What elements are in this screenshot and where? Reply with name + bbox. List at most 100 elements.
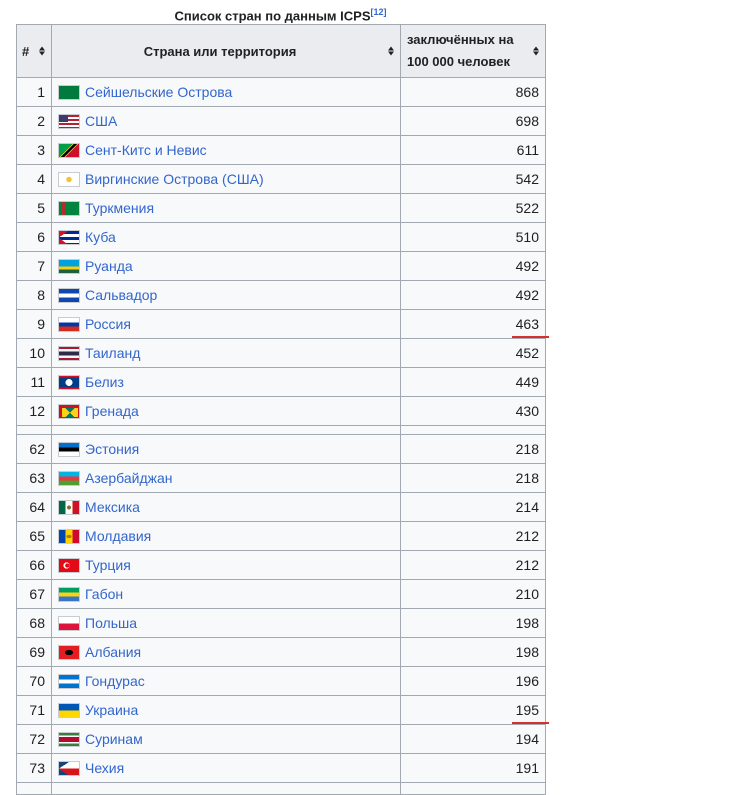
rate-cell: 198 bbox=[400, 637, 546, 667]
column-header-rate[interactable]: заключённых на 100 000 человек bbox=[400, 24, 546, 78]
cuba-flag-icon[interactable] bbox=[58, 230, 80, 245]
saint-kitts-flag-icon[interactable] bbox=[58, 143, 80, 158]
country-cell: Польша bbox=[51, 608, 401, 638]
column-header-country[interactable]: Страна или территория bbox=[51, 24, 401, 78]
country-link[interactable]: США bbox=[85, 113, 117, 129]
reference-link[interactable]: [12] bbox=[371, 7, 387, 17]
rate-value: 542 bbox=[515, 171, 539, 187]
rate-cell: 542 bbox=[400, 164, 546, 194]
grenada-flag-icon[interactable] bbox=[58, 404, 80, 419]
rate-cell: 522 bbox=[400, 193, 546, 223]
country-link[interactable]: Туркмения bbox=[85, 200, 154, 216]
azerbaijan-flag-icon[interactable] bbox=[58, 471, 80, 486]
sort-arrows-icon[interactable] bbox=[388, 46, 394, 56]
table-row: 12 Гренада 430 bbox=[16, 396, 546, 426]
el-salvador-flag-icon[interactable] bbox=[58, 288, 80, 303]
thailand-flag-icon[interactable] bbox=[58, 346, 80, 361]
table-row: 3 Сент-Китс и Невис 611 bbox=[16, 135, 546, 165]
country-cell: Чехия bbox=[51, 753, 401, 783]
country-link[interactable]: Сент-Китс и Невис bbox=[85, 142, 207, 158]
country-link[interactable]: Польша bbox=[85, 615, 137, 631]
country-link[interactable]: Руанда bbox=[85, 258, 133, 274]
rank-cell: 9 bbox=[16, 309, 52, 339]
country-link[interactable]: Украина bbox=[85, 702, 138, 718]
sort-arrows-icon[interactable] bbox=[39, 46, 45, 56]
moldova-flag-icon[interactable] bbox=[58, 529, 80, 544]
honduras-flag-icon[interactable] bbox=[58, 674, 80, 689]
rate-value: 430 bbox=[515, 403, 539, 419]
turkey-flag-icon[interactable] bbox=[58, 558, 80, 573]
country-link[interactable]: Гренада bbox=[85, 403, 139, 419]
rate-cell: 492 bbox=[400, 280, 546, 310]
country-link[interactable]: Азербайджан bbox=[85, 470, 173, 486]
country-cell: Сент-Китс и Невис bbox=[51, 135, 401, 165]
rate-value: 492 bbox=[515, 287, 539, 303]
rank-cell: 6 bbox=[16, 222, 52, 252]
rank-cell: 72 bbox=[16, 724, 52, 754]
cut-off-row bbox=[16, 782, 546, 795]
sort-arrows-icon[interactable] bbox=[533, 46, 539, 56]
screenshot-cut-gap bbox=[547, 368, 561, 402]
poland-flag-icon[interactable] bbox=[58, 616, 80, 631]
rate-value: 210 bbox=[515, 586, 539, 602]
rank-cell: 5 bbox=[16, 193, 52, 223]
rate-value: 194 bbox=[515, 731, 539, 747]
country-cell: Албания bbox=[51, 637, 401, 667]
rate-value: 449 bbox=[515, 374, 539, 390]
separator-cell bbox=[16, 425, 52, 435]
table-row: 67 Габон 210 bbox=[16, 579, 546, 609]
turkmenistan-flag-icon[interactable] bbox=[58, 201, 80, 216]
table-body: 1 Сейшельские Острова 868 2 США 698 3 Сент-Китс… bbox=[16, 77, 550, 795]
country-link[interactable]: Сальвадор bbox=[85, 287, 157, 303]
table-row: 9 Россия 463 bbox=[16, 309, 550, 339]
us-virgin-islands-flag-icon[interactable] bbox=[58, 172, 80, 187]
country-link[interactable]: Эстония bbox=[85, 441, 139, 457]
albania-flag-icon[interactable] bbox=[58, 645, 80, 660]
estonia-flag-icon[interactable] bbox=[58, 442, 80, 457]
country-link[interactable]: Сейшельские Острова bbox=[85, 84, 232, 100]
country-link[interactable]: Куба bbox=[85, 229, 116, 245]
country-link[interactable]: Чехия bbox=[85, 760, 124, 776]
ukraine-flag-icon[interactable] bbox=[58, 703, 80, 718]
country-link[interactable]: Виргинские Острова (США) bbox=[85, 171, 264, 187]
column-header-rank[interactable]: # bbox=[16, 24, 52, 78]
country-cell: США bbox=[51, 106, 401, 136]
country-link[interactable]: Белиз bbox=[85, 374, 124, 390]
country-link[interactable]: Мексика bbox=[85, 499, 140, 515]
rate-cell: 195 bbox=[400, 695, 550, 725]
table-row: 71 Украина 195 bbox=[16, 695, 550, 725]
rate-value: 212 bbox=[515, 557, 539, 573]
rwanda-flag-icon[interactable] bbox=[58, 259, 80, 274]
usa-flag-icon[interactable] bbox=[58, 114, 80, 129]
highlighted-rate-value: 463 bbox=[511, 316, 550, 338]
country-link[interactable]: Таиланд bbox=[85, 345, 140, 361]
prison-population-table: # Страна или территория заключённых на 1… bbox=[16, 24, 550, 795]
separator-cell bbox=[400, 782, 546, 795]
table-row: 69 Албания 198 bbox=[16, 637, 546, 667]
gabon-flag-icon[interactable] bbox=[58, 587, 80, 602]
rank-cell: 3 bbox=[16, 135, 52, 165]
russia-flag-icon[interactable] bbox=[58, 317, 80, 332]
country-link[interactable]: Албания bbox=[85, 644, 141, 660]
country-cell: Мексика bbox=[51, 492, 401, 522]
czechia-flag-icon[interactable] bbox=[58, 761, 80, 776]
rate-value: 492 bbox=[515, 258, 539, 274]
country-cell: Таиланд bbox=[51, 338, 401, 368]
country-link[interactable]: Молдавия bbox=[85, 528, 151, 544]
country-link[interactable]: Гондурас bbox=[85, 673, 145, 689]
belize-flag-icon[interactable] bbox=[58, 375, 80, 390]
country-link[interactable]: Суринам bbox=[85, 731, 143, 747]
country-link[interactable]: Россия bbox=[85, 316, 131, 332]
country-link[interactable]: Турция bbox=[85, 557, 131, 573]
highlighted-rate-value: 195 bbox=[511, 702, 550, 724]
column-header-rate-label-line2: 100 000 человек bbox=[407, 54, 510, 69]
country-link[interactable]: Габон bbox=[85, 586, 123, 602]
seychelles-flag-icon[interactable] bbox=[58, 85, 80, 100]
table-row: 70 Гондурас 196 bbox=[16, 666, 546, 696]
mexico-flag-icon[interactable] bbox=[58, 500, 80, 515]
suriname-flag-icon[interactable] bbox=[58, 732, 80, 747]
rate-value: 198 bbox=[515, 644, 539, 660]
rank-cell: 71 bbox=[16, 695, 52, 725]
separator-cell bbox=[400, 425, 546, 435]
separator-cell bbox=[51, 782, 401, 795]
